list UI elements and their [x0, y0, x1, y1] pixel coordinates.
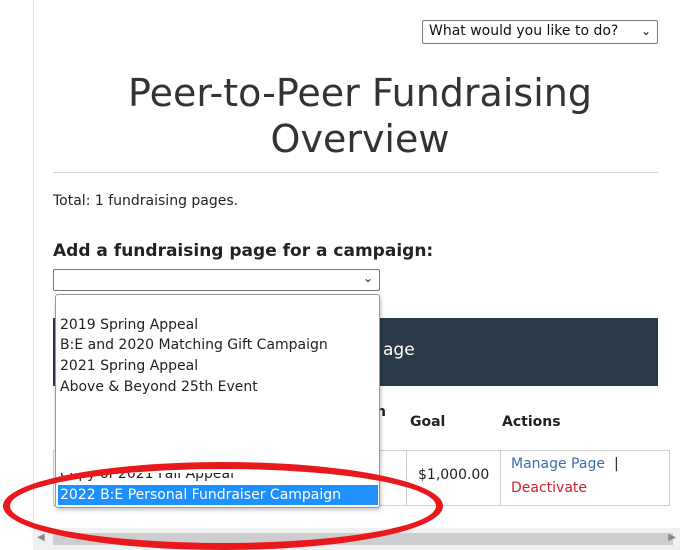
dropdown-option[interactable]: 2019 Spring Appeal [60, 316, 198, 334]
table-header-actions: Actions [502, 414, 561, 430]
total-count-text: Total: 1 fundraising pages. [53, 193, 239, 209]
action-select-value: What would you like to do? [429, 23, 619, 39]
table-header-goal: Goal [410, 414, 446, 430]
campaign-select[interactable]: ⌄ [53, 269, 380, 291]
cell-divider [500, 451, 501, 505]
add-page-label: Add a fundraising page for a campaign: [53, 241, 434, 261]
banner-title: age [383, 340, 415, 360]
chevron-down-icon: ⌄ [362, 271, 373, 285]
highlight-circle [3, 462, 443, 550]
caret-right-icon[interactable]: ▶ [668, 532, 676, 543]
page-left-border [33, 0, 34, 528]
dropdown-option[interactable]: B:E and 2020 Matching Gift Campaign [60, 336, 328, 354]
divider [53, 172, 658, 173]
manage-page-link[interactable]: Manage Page [511, 456, 605, 472]
dropdown-option[interactable]: Above & Beyond 25th Event [60, 378, 258, 396]
action-select[interactable]: What would you like to do? ⌄ [422, 20, 658, 44]
chevron-down-icon: ⌄ [640, 24, 651, 38]
caret-left-icon[interactable]: ◀ [37, 532, 45, 543]
goal-value: $1,000.00 [418, 467, 490, 483]
deactivate-link[interactable]: Deactivate [511, 480, 587, 496]
dropdown-option[interactable]: 2021 Spring Appeal [60, 357, 198, 375]
link-separator: | [614, 456, 619, 472]
page-title: Peer-to-Peer Fundraising Overview [128, 71, 592, 161]
